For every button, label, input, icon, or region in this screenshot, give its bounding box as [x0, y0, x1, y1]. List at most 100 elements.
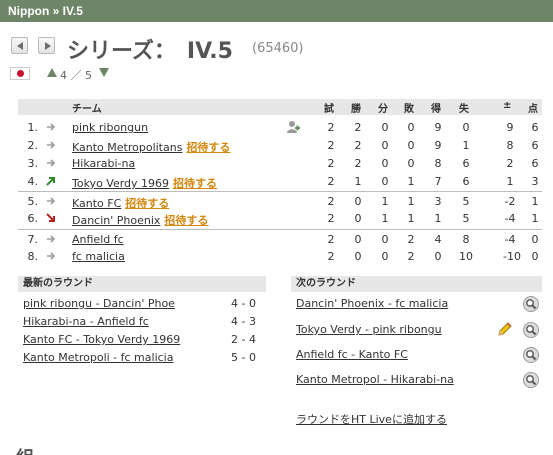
trend-same-icon	[46, 196, 56, 206]
latest-match-link[interactable]: pink ribongu - Dancin' Phoe	[23, 297, 175, 310]
stat-played: 2	[327, 250, 335, 263]
add-to-ht-live-link[interactable]: ラウンドをHT Liveに追加する	[296, 411, 447, 427]
team-cell: Dancin' Phoenix 招待する	[72, 212, 208, 228]
level-down-icon[interactable]	[99, 68, 109, 77]
stat-pts: 0	[531, 233, 539, 246]
stat-gf: 9	[434, 139, 442, 152]
stat-ga: 5	[462, 212, 470, 225]
person-invite-icon[interactable]	[286, 120, 300, 137]
stat-gf: 7	[434, 175, 442, 188]
team-link[interactable]: pink ribongun	[72, 121, 148, 134]
stat-draw: 0	[381, 121, 389, 134]
next-match-link[interactable]: Kanto Metropol - Hikarabi-na	[296, 373, 454, 386]
pencil-icon[interactable]	[496, 321, 513, 338]
invite-link[interactable]: 招待する	[186, 141, 230, 154]
trend-down-icon	[46, 213, 56, 223]
match-score: 2 - 4	[231, 333, 256, 346]
stat-draw: 1	[381, 212, 389, 225]
stat-draw: 0	[381, 139, 389, 152]
next-match-link[interactable]: Anfield fc - Kanto FC	[296, 348, 408, 361]
trend-same-icon	[46, 122, 56, 132]
stat-diff: -10	[503, 250, 521, 263]
stat-pts: 3	[531, 175, 539, 188]
stat-gf: 0	[434, 250, 442, 263]
section-title-partial: 組	[16, 444, 34, 455]
stat-gf: 9	[434, 121, 442, 134]
next-match-link[interactable]: Dancin' Phoenix - fc malicia	[296, 297, 448, 310]
match-score: 4 - 3	[231, 315, 256, 328]
magnifier-icon[interactable]	[523, 322, 539, 338]
team-link[interactable]: Hikarabi-na	[72, 157, 135, 170]
team-link[interactable]: fc malicia	[72, 250, 125, 263]
magnifier-icon[interactable]	[523, 296, 539, 312]
invite-link[interactable]: 招待する	[173, 177, 217, 190]
col-lost: 敗	[404, 104, 414, 115]
stat-gf: 8	[434, 157, 442, 170]
stat-won: 1	[354, 175, 362, 188]
magnifier-icon[interactable]	[523, 372, 539, 388]
col-points: 点	[528, 104, 538, 115]
team-link[interactable]: Dancin' Phoenix	[72, 214, 160, 227]
invite-link[interactable]: 招待する	[164, 214, 208, 227]
team-cell: Tokyo Verdy 1969 招待する	[72, 175, 217, 191]
stat-pts: 6	[531, 139, 539, 152]
stat-won: 0	[354, 250, 362, 263]
table-row: 3. Hikarabi-na 2 2 0 0 8 6 2 6	[18, 154, 542, 172]
stat-won: 2	[354, 139, 362, 152]
col-draw: 分	[378, 104, 388, 115]
row-position: 4.	[27, 175, 39, 188]
series-id: (65460)	[252, 41, 304, 56]
page-title: シリーズ： IV.5	[67, 39, 233, 64]
stat-played: 2	[327, 121, 335, 134]
stat-lost: 1	[407, 195, 415, 208]
stat-draw: 0	[381, 233, 389, 246]
next-series-button[interactable]	[38, 37, 55, 54]
stat-won: 0	[354, 233, 362, 246]
stat-played: 2	[327, 175, 335, 188]
level-up-icon[interactable]	[47, 68, 57, 77]
stat-ga: 6	[462, 157, 470, 170]
team-link[interactable]: Anfield fc	[72, 233, 124, 246]
row-position: 5.	[27, 195, 39, 208]
trend-same-icon	[46, 234, 56, 244]
row-position: 3.	[27, 157, 39, 170]
trend-up-icon	[46, 176, 56, 186]
breadcrumb: Nippon » IV.5	[0, 0, 553, 22]
stat-pts: 6	[531, 157, 539, 170]
stat-played: 2	[327, 195, 335, 208]
stat-ga: 5	[462, 195, 470, 208]
latest-round-header: 最新のラウンド	[18, 276, 266, 292]
row-position: 8.	[27, 250, 39, 263]
triangle-right-icon	[45, 42, 51, 50]
stat-diff: 9	[506, 121, 514, 134]
magnifier-icon[interactable]	[523, 347, 539, 363]
stat-ga: 10	[459, 250, 473, 263]
team-link[interactable]: Kanto Metropolitans	[72, 141, 182, 154]
stat-played: 2	[327, 157, 335, 170]
stat-lost: 0	[407, 139, 415, 152]
table-row: 1. pink ribongun 2 2 0 0 9 0 9 6	[18, 118, 542, 136]
stat-gf: 4	[434, 233, 442, 246]
stat-lost: 0	[407, 157, 415, 170]
row-position: 2.	[27, 139, 39, 152]
stat-draw: 0	[381, 175, 389, 188]
row-position: 6.	[27, 212, 39, 225]
stat-gf: 1	[434, 212, 442, 225]
latest-match-link[interactable]: Kanto Metropoli - fc malicia	[23, 351, 173, 364]
latest-match-link[interactable]: Kanto FC - Tokyo Verdy 1969	[23, 333, 180, 346]
trend-same-icon	[46, 251, 56, 261]
team-link[interactable]: Tokyo Verdy 1969	[72, 177, 169, 190]
stat-lost: 0	[407, 121, 415, 134]
stat-ga: 8	[462, 233, 470, 246]
stat-diff: 1	[506, 175, 514, 188]
row-position: 1.	[27, 121, 39, 134]
previous-series-button[interactable]	[11, 37, 28, 54]
table-row: 8. fc malicia 2 0 0 2 0 10 -10 0	[18, 247, 542, 265]
next-match-link[interactable]: Tokyo Verdy - pink ribongu	[296, 323, 442, 336]
japan-flag-icon[interactable]	[10, 67, 30, 80]
latest-match-link[interactable]: Hikarabi-na - Anfield fc	[23, 315, 149, 328]
stat-won: 2	[354, 121, 362, 134]
stat-ga: 0	[462, 121, 470, 134]
trend-same-icon	[46, 158, 56, 168]
team-cell: pink ribongun	[72, 121, 148, 134]
